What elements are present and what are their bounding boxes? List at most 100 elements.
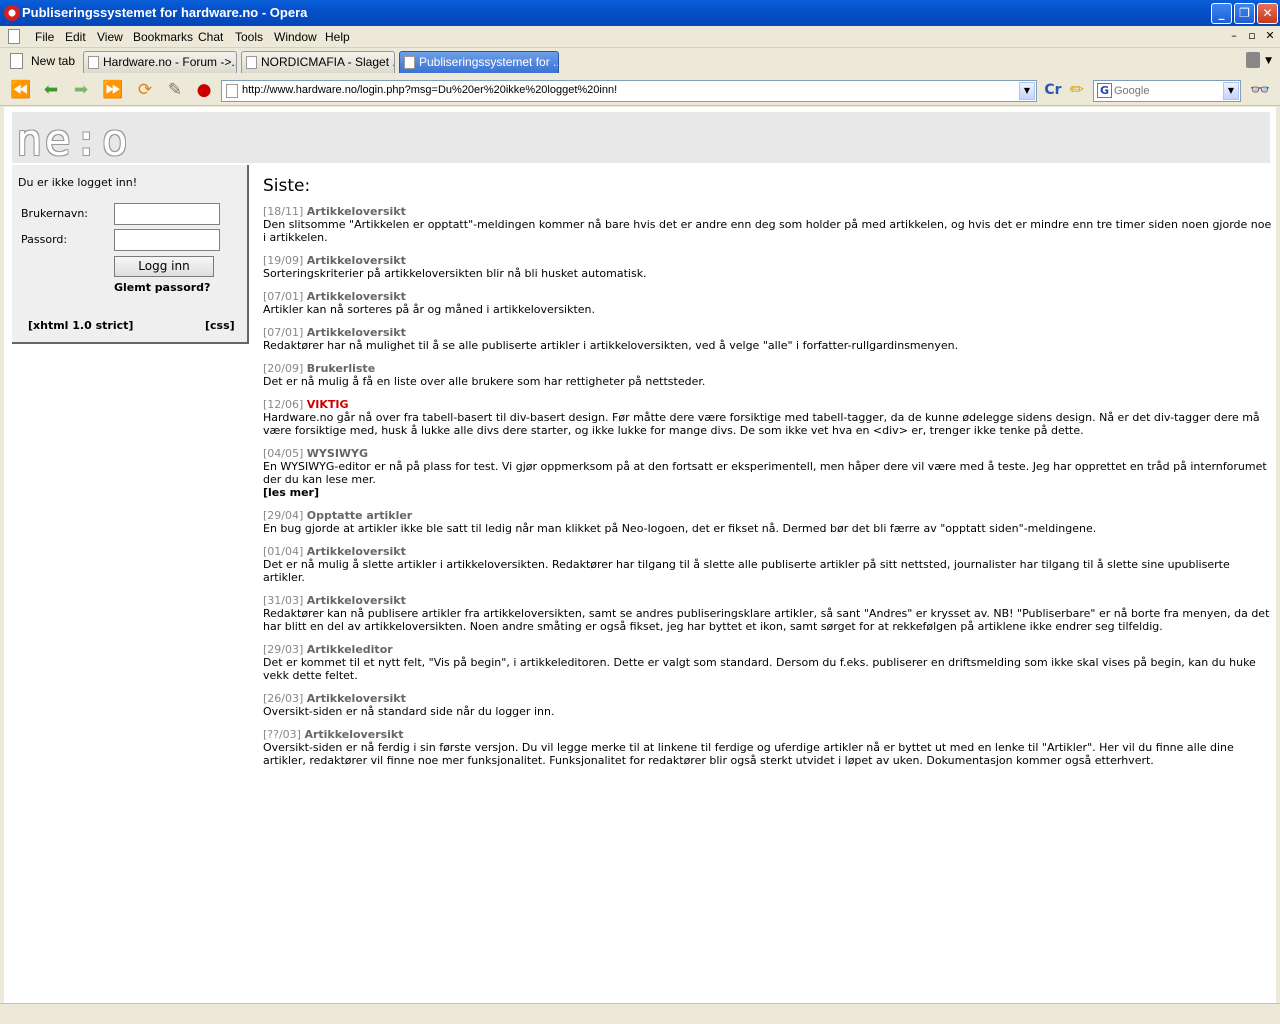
menu-view[interactable]: View	[97, 30, 123, 44]
news-title: Artikkeloversikt	[306, 254, 406, 267]
menu-bookmarks[interactable]: Bookmarks	[133, 30, 193, 44]
xhtml-validator-link[interactable]: [xhtml 1.0 strict]	[28, 319, 133, 332]
news-item: [29/03] Artikkeleditor Det er kommet til …	[263, 643, 1273, 682]
restore-button[interactable]: ❐	[1234, 3, 1255, 24]
tab-publiseringssystemet[interactable]: Publiseringssystemet for ...	[399, 51, 559, 73]
tab-nordicmafia[interactable]: NORDICMAFIA - Slaget ...	[241, 51, 395, 73]
tab-label: Publiseringssystemet for ...	[419, 55, 559, 69]
page-header: ne:o	[12, 112, 1270, 163]
chevron-down-icon[interactable]: ▼	[1223, 82, 1239, 100]
news-date: [19/09]	[263, 254, 304, 267]
menu-window[interactable]: Window	[274, 30, 317, 44]
login-panel: Du er ikke logget inn! Brukernavn: Passo…	[12, 165, 249, 344]
news-date: [29/03]	[263, 643, 304, 656]
url-text[interactable]: http://www.hardware.no/login.php?msg=Du%…	[242, 84, 617, 96]
search-input[interactable]	[1114, 83, 1222, 99]
css-validator-link[interactable]: [css]	[205, 319, 235, 332]
pencil-icon[interactable]: ✏	[1066, 80, 1088, 100]
news-date: [07/01]	[263, 290, 304, 303]
page-icon	[404, 56, 415, 69]
rewind-icon[interactable]: ⏪	[10, 80, 32, 100]
reload-icon[interactable]: ⟳	[134, 80, 156, 100]
news-title: Opptatte artikler	[306, 509, 413, 522]
binoculars-icon[interactable]: 👓	[1249, 80, 1271, 100]
menu-file[interactable]: File	[35, 30, 54, 44]
new-tab-label: New tab	[31, 54, 76, 68]
tab-label: NORDICMAFIA - Slaget ...	[261, 55, 395, 69]
news-title: Artikkeloversikt	[306, 692, 406, 705]
news-item: [18/11] Artikkeloversikt Den slitsomme "A…	[263, 205, 1273, 244]
read-more-link[interactable]: [les mer]	[263, 486, 1273, 499]
password-field[interactable]	[114, 229, 220, 251]
news-title: VIKTIG	[306, 398, 349, 411]
menu-chat[interactable]: Chat	[198, 30, 223, 44]
fast-forward-icon[interactable]: ⏩	[102, 80, 124, 100]
menu-tools[interactable]: Tools	[235, 30, 263, 44]
window-title: Publiseringssystemet for hardware.no - O…	[22, 5, 308, 20]
mdi-minimize-button[interactable]: –	[1227, 29, 1241, 43]
news-section: Siste: [18/11] Artikkeloversikt Den slits…	[263, 175, 1273, 777]
chevron-down-icon[interactable]: ▼	[1019, 82, 1035, 100]
menu-help[interactable]: Help	[325, 30, 350, 44]
new-tab-button[interactable]: New tab	[8, 50, 75, 72]
neo-logo[interactable]: ne:o	[16, 119, 130, 163]
search-box[interactable]: G ▼	[1093, 80, 1241, 102]
news-item: [29/04] Opptatte artikler En bug gjorde a…	[263, 509, 1273, 535]
login-button[interactable]: Logg inn	[114, 256, 214, 277]
mdi-restore-button[interactable]: ▫	[1245, 29, 1259, 43]
news-text: Artikler kan nå sorteres på år og måned …	[263, 303, 596, 316]
username-label: Brukernavn:	[21, 207, 89, 220]
trash-icon[interactable]	[1246, 52, 1260, 68]
news-text: Redaktører kan nå publisere artikler fra…	[263, 607, 1270, 633]
news-title: Artikkeloversikt	[306, 594, 406, 607]
news-item: [12/06] VIKTIG Hardware.no går nå over fr…	[263, 398, 1273, 437]
news-item: [26/03] Artikkeloversikt Oversikt-siden e…	[263, 692, 1273, 718]
status-bar	[0, 1003, 1280, 1024]
news-date: [18/11]	[263, 205, 304, 218]
new-page-icon	[10, 53, 23, 69]
minimize-button[interactable]: _	[1211, 3, 1232, 24]
google-icon: G	[1097, 83, 1112, 98]
news-title: Artikkeloversikt	[306, 545, 406, 558]
back-icon[interactable]: ⬅	[40, 80, 62, 100]
news-text: Oversikt-siden er nå standard side når d…	[263, 705, 555, 718]
news-date: [26/03]	[263, 692, 304, 705]
news-text: En WYSIWYG-editor er nå på plass for tes…	[263, 460, 1267, 486]
news-item: [07/01] Artikkeloversikt Redaktører har n…	[263, 326, 1273, 352]
news-title: Artikkeloversikt	[306, 205, 406, 218]
mdi-close-button[interactable]: ✕	[1263, 29, 1277, 43]
forward-icon[interactable]: ➡	[70, 80, 92, 100]
tab-bar: New tab Hardware.no - Forum ->... NORDIC…	[0, 48, 1280, 74]
page-icon	[88, 56, 99, 69]
news-date: [31/03]	[263, 594, 304, 607]
menu-bar: File Edit View Bookmarks Chat Tools Wind…	[0, 26, 1280, 48]
chevron-down-icon[interactable]: ▼	[1265, 56, 1272, 66]
menu-edit[interactable]: Edit	[65, 30, 86, 44]
news-item: [01/04] Artikkeloversikt Det er nå mulig …	[263, 545, 1273, 584]
news-text: Det er kommet til et nytt felt, "Vis på …	[263, 656, 1256, 682]
news-date: [12/06]	[263, 398, 304, 411]
close-button[interactable]: ✕	[1257, 3, 1278, 24]
edit-icon[interactable]: ✎	[164, 80, 186, 100]
login-status: Du er ikke logget inn!	[18, 176, 138, 189]
news-title: Artikkeleditor	[306, 643, 393, 656]
news-date: [20/09]	[263, 362, 304, 375]
news-date: [07/01]	[263, 326, 304, 339]
news-date: [29/04]	[263, 509, 304, 522]
password-label: Passord:	[21, 233, 68, 246]
news-text: Hardware.no går nå over fra tabell-baser…	[263, 411, 1260, 437]
opera-icon	[4, 5, 20, 21]
news-item: [??/03] Artikkeloversikt Oversikt-siden e…	[263, 728, 1273, 767]
username-field[interactable]	[114, 203, 220, 225]
forgot-password-link[interactable]: Glemt passord?	[114, 281, 210, 294]
translate-icon[interactable]: Cr	[1042, 80, 1064, 100]
news-date: [04/05]	[263, 447, 304, 460]
window-titlebar[interactable]: Publiseringssystemet for hardware.no - O…	[0, 0, 1280, 26]
news-title: Artikkeloversikt	[306, 326, 406, 339]
document-icon	[8, 29, 20, 44]
news-text: Sorteringskriterier på artikkeloversikte…	[263, 267, 647, 280]
news-item: [31/03] Artikkeloversikt Redaktører kan n…	[263, 594, 1273, 633]
tab-hardware-forum[interactable]: Hardware.no - Forum ->...	[83, 51, 237, 73]
address-bar[interactable]: http://www.hardware.no/login.php?msg=Du%…	[221, 80, 1037, 102]
opera-home-icon[interactable]: ●	[193, 80, 215, 100]
